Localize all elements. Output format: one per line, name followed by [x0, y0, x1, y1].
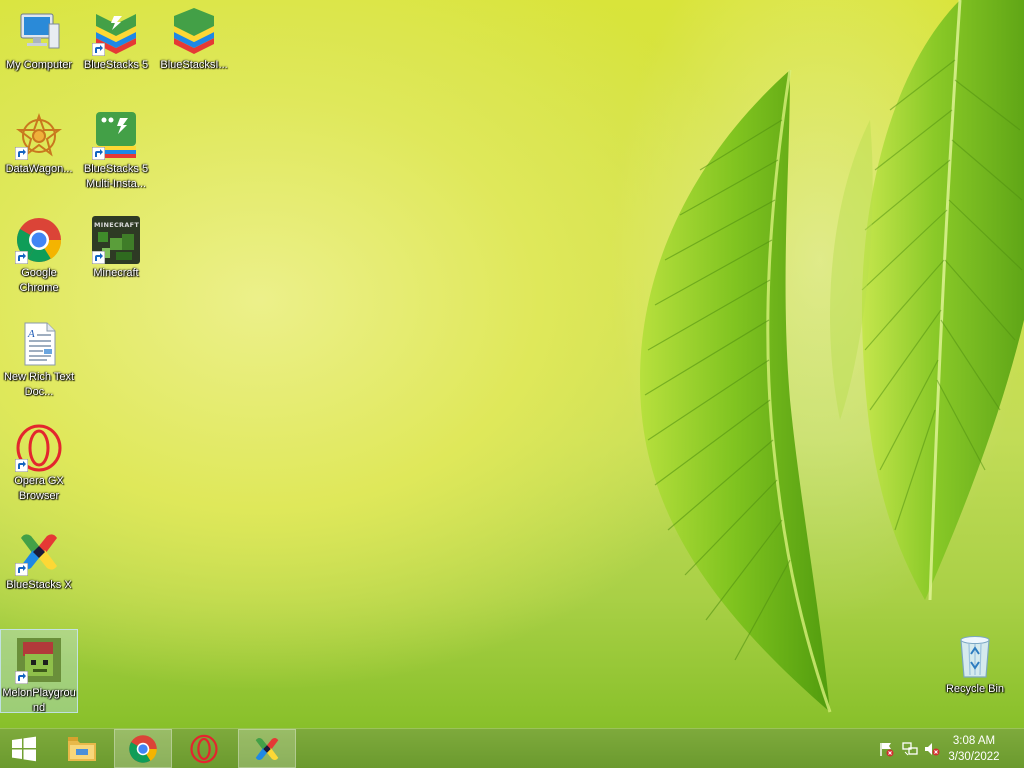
desktop-icon-datawagon[interactable]: DataWagon...: [1, 106, 77, 177]
shortcut-arrow-icon: [92, 43, 105, 56]
icon-label: MelonPlayground: [2, 687, 76, 714]
datawagon-icon: [15, 112, 63, 160]
desktop-icon-my-computer[interactable]: My Computer: [1, 2, 77, 73]
bluestacks-x-icon: [255, 737, 279, 760]
clock[interactable]: 3:08 AM 3/30/2022: [938, 733, 1010, 765]
taskbar-file-explorer-button[interactable]: [54, 730, 110, 767]
file-explorer-icon: [68, 736, 96, 761]
icon-label: Opera GX Browser: [14, 475, 64, 502]
icon-label: BlueStacks 5 Multi-Insta...: [83, 163, 149, 190]
bluestacks-multi-instance-icon: [92, 112, 140, 160]
clock-time: 3:08 AM: [952, 735, 996, 747]
icon-label: Recycle Bin: [945, 683, 1005, 695]
icon-label: Minecraft: [93, 267, 139, 279]
desktop-icon-bluestacks-multi-instance[interactable]: BlueStacks 5 Multi-Insta...: [78, 106, 154, 192]
bluestacks-installer-icon: [170, 8, 218, 56]
opera-gx-icon: [15, 424, 63, 472]
svg-text:A: A: [27, 328, 35, 340]
desktop-icon-bluestacks-x[interactable]: BlueStacks X: [1, 522, 77, 593]
desktop-icon-minecraft[interactable]: MINECRAFT Minecraft: [78, 210, 154, 281]
icon-label: Google Chrome: [19, 267, 59, 294]
desktop-icon-bluestacks-installer[interactable]: BlueStacksI...: [156, 2, 232, 73]
network-icon[interactable]: [902, 741, 918, 757]
start-button[interactable]: [0, 730, 48, 767]
clock-date: 3/30/2022: [948, 751, 1000, 763]
minecraft-icon: MINECRAFT: [92, 216, 140, 264]
desktop-icon-melon-playground[interactable]: MelonPlayground: [0, 629, 78, 714]
melon-playground-icon: [15, 636, 63, 684]
start-icon: [12, 736, 36, 761]
bluestacks-icon: [92, 8, 140, 56]
rich-text-document-icon: A: [15, 320, 63, 368]
system-tray: 3:08 AM 3/30/2022: [864, 729, 1024, 768]
taskbar-chrome-button[interactable]: [114, 729, 172, 768]
shortcut-arrow-icon: [92, 251, 105, 264]
shortcut-arrow-icon: [15, 147, 28, 160]
shortcut-arrow-icon: [15, 459, 28, 472]
shortcut-arrow-icon: [15, 251, 28, 264]
minecraft-logo-text: MINECRAFT: [94, 221, 140, 229]
taskbar: 3:08 AM 3/30/2022: [0, 728, 1024, 768]
icon-label: BlueStacksI...: [160, 59, 228, 71]
computer-icon: [15, 8, 63, 56]
shortcut-arrow-icon: [15, 671, 28, 684]
recycle-bin-icon: [951, 632, 999, 680]
desktop-icon-recycle-bin[interactable]: Recycle Bin: [937, 626, 1013, 697]
desktop-icon-new-rich-text-document[interactable]: A New Rich Text Doc...: [1, 314, 77, 400]
opera-gx-icon: [190, 734, 218, 763]
shortcut-arrow-icon: [15, 563, 28, 576]
desktop[interactable]: My Computer BlueStacks 5 BlueStacksI...: [0, 0, 1024, 728]
desktop-icon-opera-gx[interactable]: Opera GX Browser: [1, 418, 77, 504]
chrome-icon: [129, 734, 157, 763]
icon-label: BlueStacks 5: [83, 59, 149, 71]
taskbar-bluestacks-x-button[interactable]: [238, 729, 296, 768]
desktop-icon-bluestacks-5[interactable]: BlueStacks 5: [78, 2, 154, 73]
bluestacks-x-icon: [15, 528, 63, 576]
icon-label: My Computer: [5, 59, 73, 71]
action-center-flag-icon[interactable]: [878, 741, 894, 757]
icon-label: BlueStacks X: [6, 579, 72, 591]
icon-label: DataWagon...: [5, 163, 73, 175]
taskbar-opera-gx-button[interactable]: [176, 730, 232, 767]
desktop-icon-google-chrome[interactable]: Google Chrome: [1, 210, 77, 296]
icon-label: New Rich Text Doc...: [3, 371, 75, 398]
chrome-icon: [15, 216, 63, 264]
shortcut-arrow-icon: [92, 147, 105, 160]
